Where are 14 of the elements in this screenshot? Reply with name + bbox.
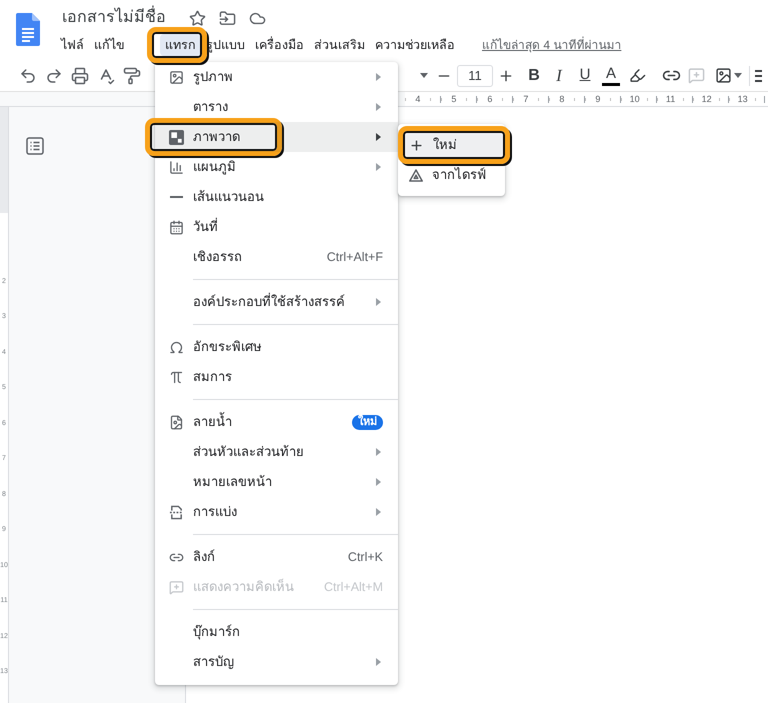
shortcut-label: Ctrl+Alt+F bbox=[326, 248, 383, 266]
ruler-label: 5 bbox=[451, 94, 456, 104]
ruler-label: 6 bbox=[487, 94, 492, 104]
shortcut-label: Ctrl+K bbox=[348, 548, 383, 566]
shortcut-label: Ctrl+Alt+M bbox=[324, 578, 383, 596]
ruler-label: 9 bbox=[595, 94, 600, 104]
ruler-label: 12 bbox=[702, 94, 712, 104]
ruler-label: 11 bbox=[666, 94, 676, 104]
ruler-label: 7 bbox=[523, 94, 528, 104]
ruler-label: 8 bbox=[559, 94, 564, 104]
ruler-label: 4 bbox=[415, 94, 420, 104]
new-badge: ใหม่ bbox=[352, 414, 383, 430]
ruler-label: 10 bbox=[630, 94, 640, 104]
ruler-label: 13 bbox=[738, 94, 748, 104]
